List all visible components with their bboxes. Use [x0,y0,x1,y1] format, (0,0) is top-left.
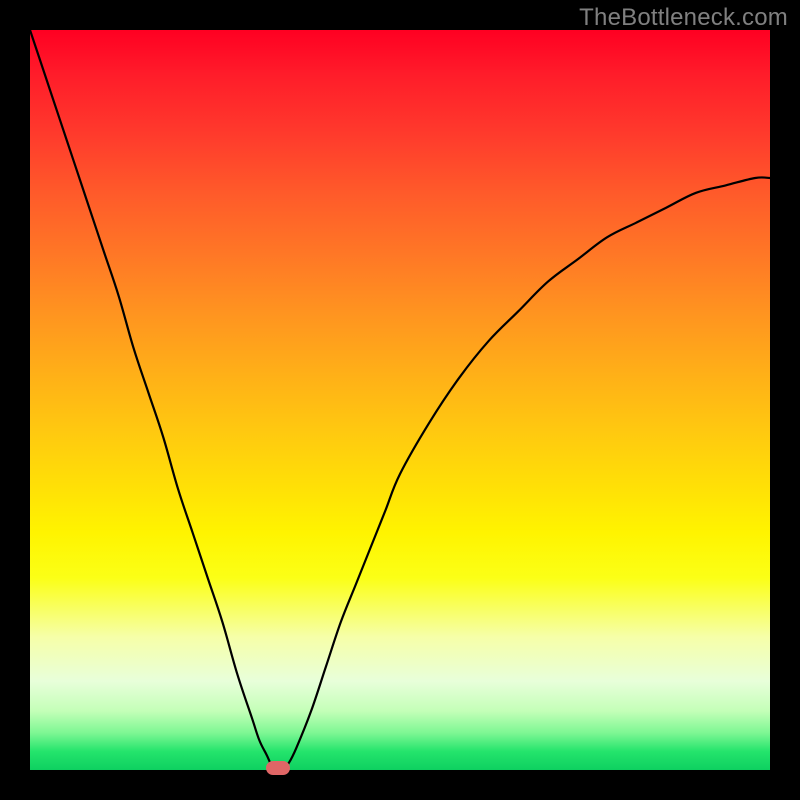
plot-area [30,30,770,770]
optimum-marker [266,761,290,775]
bottleneck-curve [30,30,770,770]
watermark-text: TheBottleneck.com [579,4,788,32]
chart-frame: TheBottleneck.com [0,0,800,800]
